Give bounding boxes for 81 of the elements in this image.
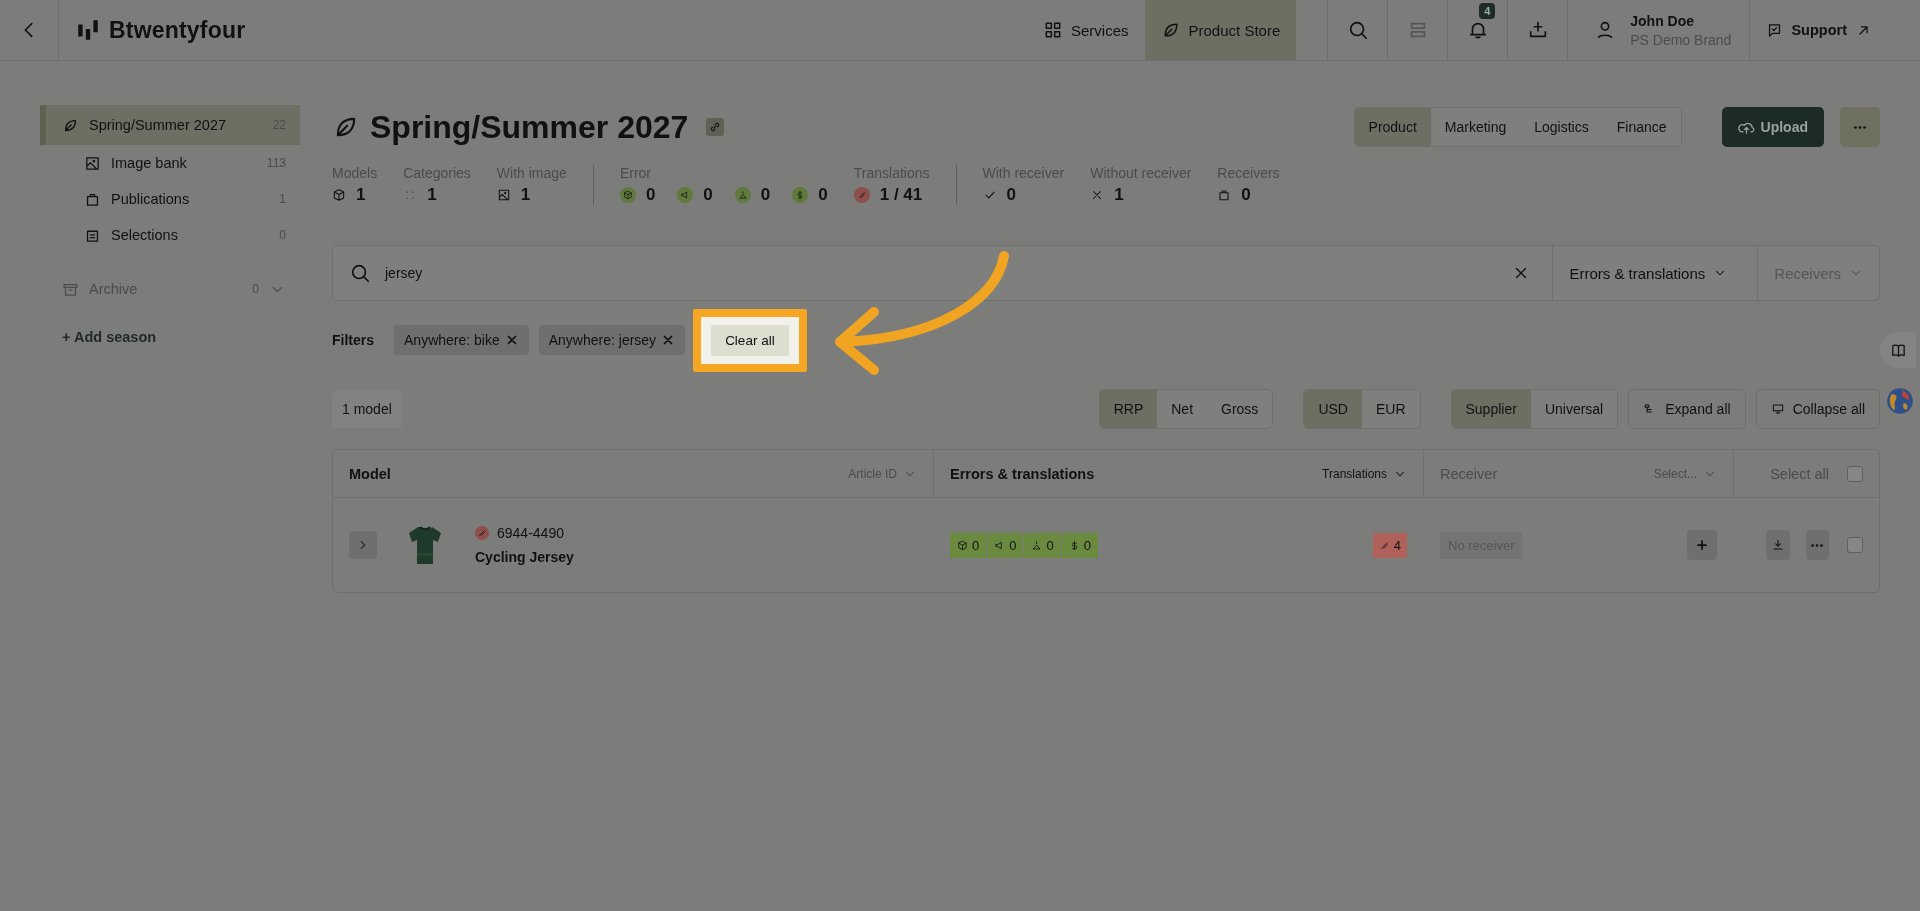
plus-icon <box>1695 538 1709 552</box>
error-count-chip: 0 <box>950 532 987 558</box>
filters-label: Filters <box>332 332 374 348</box>
search-text: jersey <box>385 265 424 281</box>
segment-option[interactable]: Net <box>1157 390 1208 428</box>
image-icon <box>84 154 101 172</box>
status-slash-icon <box>853 187 870 203</box>
notification-count: 4 <box>1479 3 1496 19</box>
article-id: 6944-4490 <box>497 525 564 541</box>
stat-value: 1 <box>356 185 366 205</box>
segment-option[interactable]: EUR <box>1361 390 1420 428</box>
book-icon <box>1889 341 1907 359</box>
search-icon <box>349 262 371 284</box>
stat-value: 0 <box>760 185 771 205</box>
status-cube-icon <box>619 187 636 203</box>
add-season-button[interactable]: + Add season <box>62 329 157 345</box>
stat-value: 0 <box>1241 185 1251 205</box>
slash-icon <box>1378 539 1390 551</box>
globe-icon[interactable] <box>1886 387 1914 415</box>
logo-text: Btwentyfour <box>109 16 246 44</box>
expand-all-button[interactable]: Expand all <box>1628 389 1746 429</box>
view-tab[interactable]: Logistics <box>1520 108 1603 146</box>
select-all-checkbox[interactable] <box>1847 465 1863 482</box>
segment-option[interactable]: Supplier <box>1451 390 1531 428</box>
notifications-button[interactable]: 4 <box>1448 0 1509 60</box>
sort-dropdown[interactable]: Translations <box>1322 466 1407 481</box>
grid-icon <box>1043 20 1063 40</box>
status-slash-icon <box>475 526 489 540</box>
segment-option[interactable]: Gross <box>1207 390 1273 428</box>
status-dollar-icon <box>792 187 809 203</box>
stat-value: 0 <box>818 185 828 205</box>
clear-all-button[interactable]: Clear all <box>711 324 789 356</box>
stat-value: 1 <box>1114 185 1124 205</box>
error-count-chip: 0 <box>1024 532 1061 558</box>
column-header: Model <box>349 465 391 482</box>
more-icon <box>1854 125 1866 129</box>
monitor-icon <box>1770 402 1785 416</box>
stat-value: 0 <box>1006 185 1016 205</box>
logo-icon <box>75 17 101 43</box>
stat-value: 1 <box>520 185 531 205</box>
filter-chip[interactable]: Anywhere: bike <box>394 325 529 355</box>
translation-count-chip: 4 <box>1372 532 1407 558</box>
error-count-chip: 0 <box>1061 532 1098 558</box>
image-icon <box>496 188 511 202</box>
stat-value: 0 <box>703 185 713 205</box>
model-count: 1 model <box>332 390 402 428</box>
download-button[interactable] <box>1766 530 1790 560</box>
nav-tab[interactable]: Product Store <box>1144 0 1297 60</box>
more-icon <box>1811 543 1824 547</box>
segment-option[interactable]: USD <box>1304 390 1362 428</box>
stat-value: 0 <box>645 185 656 205</box>
guide-button[interactable] <box>1880 332 1916 368</box>
status-megaphone-icon <box>677 187 694 203</box>
view-tab[interactable]: Finance <box>1602 108 1681 146</box>
user-name: John Doe <box>1630 12 1696 29</box>
support-link[interactable]: Support <box>1750 0 1920 60</box>
column-header: Errors & translations <box>950 465 1095 482</box>
status-hanger-icon <box>734 187 751 203</box>
collapse-all-button[interactable]: Collapse all <box>1755 389 1880 429</box>
nav-tab[interactable]: Services <box>1027 0 1145 60</box>
view-tab[interactable]: Marketing <box>1430 108 1521 146</box>
stat-value: 1 / 41 <box>879 185 923 205</box>
more-button[interactable] <box>1805 530 1829 560</box>
segment-option[interactable]: Universal <box>1530 390 1618 428</box>
upload-button[interactable]: Upload <box>1721 107 1824 147</box>
cube-icon <box>332 188 346 202</box>
segment-option[interactable]: RRP <box>1099 390 1158 428</box>
product-name: Cycling Jersey <box>475 549 574 565</box>
filter-chip[interactable]: Anywhere: jersey <box>538 325 686 355</box>
stat-value: 1 <box>427 185 437 205</box>
row-checkbox[interactable] <box>1847 537 1863 553</box>
link-button[interactable] <box>706 118 725 136</box>
add-receiver-button[interactable] <box>1687 530 1717 560</box>
error-count-chip: 0 <box>987 532 1024 558</box>
page-title: Spring/Summer 2027 <box>370 108 689 146</box>
download-icon <box>1770 538 1785 552</box>
view-tab[interactable]: Product <box>1354 108 1431 146</box>
cube-icon <box>957 539 968 551</box>
bag-icon <box>1217 188 1232 202</box>
hanger-icon <box>1031 539 1043 551</box>
filter-dropdown[interactable]: Errors & translations <box>1552 246 1744 300</box>
